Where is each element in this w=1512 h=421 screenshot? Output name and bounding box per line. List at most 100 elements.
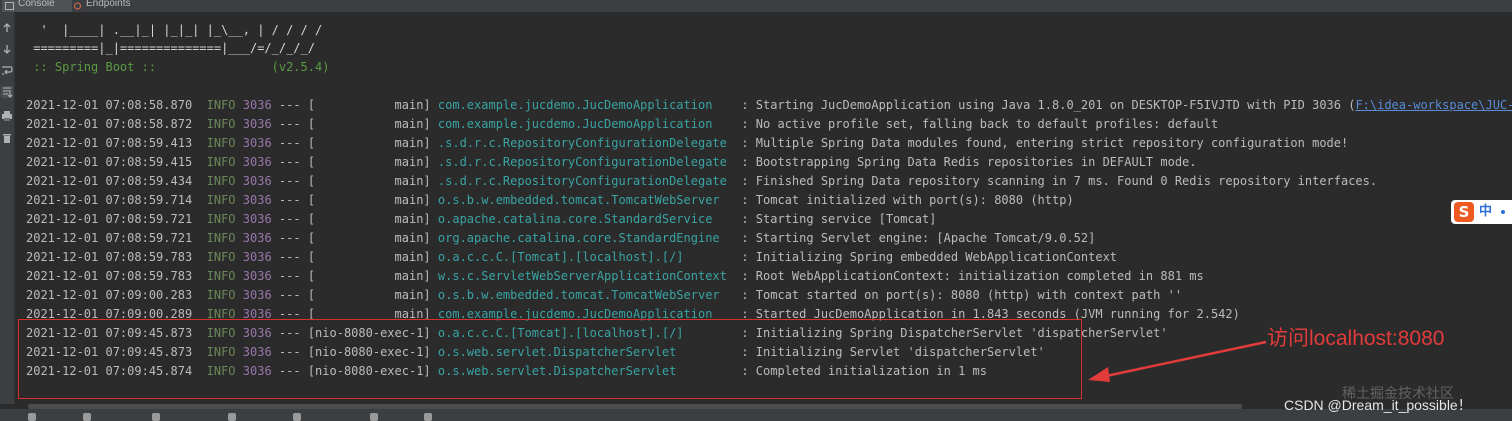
terminal-tool-button[interactable] bbox=[152, 412, 164, 421]
log-pid: 3036 bbox=[242, 193, 272, 207]
soft-wrap-icon[interactable] bbox=[1, 64, 13, 76]
log-level: INFO bbox=[206, 155, 236, 169]
log-line: 2021-12-01 07:08:59.721 INFO 3036 --- [ … bbox=[26, 210, 936, 229]
console-icon bbox=[5, 0, 14, 10]
log-pid: 3036 bbox=[242, 136, 272, 150]
log-logger: o.s.b.w.embedded.tomcat.TomcatWebServer bbox=[437, 288, 735, 302]
log-line: 2021-12-01 07:09:00.283 INFO 3036 --- [ … bbox=[26, 286, 1182, 305]
annotation-arrow-icon bbox=[1088, 340, 1267, 382]
log-line: 2021-12-01 07:08:59.783 INFO 3036 --- [ … bbox=[26, 248, 1117, 267]
log-line: 2021-12-01 07:08:59.721 INFO 3036 --- [ … bbox=[26, 229, 1095, 248]
log-timestamp: 2021-12-01 07:08:59.721 bbox=[26, 231, 193, 245]
log-separator: --- bbox=[278, 269, 301, 283]
ime-toolbar[interactable]: S 中 bbox=[1451, 200, 1512, 224]
log-pid: 3036 bbox=[242, 269, 272, 283]
log-thread: [ main] bbox=[307, 174, 431, 188]
log-message: : No active profile set, falling back to… bbox=[741, 117, 1219, 131]
todo-tool-button[interactable] bbox=[28, 412, 40, 421]
spring-boot-version-line: :: Spring Boot :: (v2.5.4) bbox=[26, 60, 330, 74]
banner-line: ' |____| .__|_| |_|_| |_\__, | / / / / bbox=[26, 23, 323, 37]
log-line: 2021-12-01 07:08:59.434 INFO 3036 --- [ … bbox=[26, 172, 1377, 191]
ime-logo-icon: S bbox=[1454, 202, 1474, 222]
log-pid: 3036 bbox=[242, 174, 272, 188]
print-icon[interactable] bbox=[1, 110, 13, 122]
console-toolbar bbox=[0, 12, 15, 404]
log-level: INFO bbox=[206, 117, 236, 131]
problems-tool-button[interactable] bbox=[83, 412, 95, 421]
tool-window-tabbar: Console Endpoints bbox=[0, 0, 1512, 12]
log-timestamp: 2021-12-01 07:08:59.783 bbox=[26, 250, 193, 264]
log-line: 2021-12-01 07:08:59.415 INFO 3036 --- [ … bbox=[26, 153, 1197, 172]
log-level: INFO bbox=[206, 136, 236, 150]
log-pid: 3036 bbox=[242, 117, 272, 131]
log-level: INFO bbox=[206, 231, 236, 245]
log-separator: --- bbox=[278, 117, 301, 131]
build-tool-button[interactable] bbox=[370, 412, 382, 421]
log-logger: o.s.b.w.embedded.tomcat.TomcatWebServer bbox=[437, 193, 735, 207]
log-message: : Bootstrapping Spring Data Redis reposi… bbox=[741, 155, 1197, 169]
log-logger: o.a.c.c.C.[Tomcat].[localhost].[/] bbox=[437, 250, 735, 264]
log-level: INFO bbox=[206, 269, 236, 283]
tab-endpoints[interactable]: Endpoints bbox=[70, 0, 158, 12]
log-thread: [ main] bbox=[307, 288, 431, 302]
log-pid: 3036 bbox=[242, 98, 272, 112]
log-timestamp: 2021-12-01 07:08:59.434 bbox=[26, 174, 193, 188]
log-pid: 3036 bbox=[242, 288, 272, 302]
log-timestamp: 2021-12-01 07:08:59.721 bbox=[26, 212, 193, 226]
spring-tool-button[interactable] bbox=[424, 412, 436, 421]
profiler-tool-button[interactable] bbox=[228, 412, 240, 421]
log-separator: --- bbox=[278, 136, 301, 150]
arrow-down-icon[interactable] bbox=[1, 43, 13, 55]
log-logger: com.example.jucdemo.JucDemoApplication bbox=[437, 117, 735, 131]
log-thread: [ main] bbox=[307, 212, 431, 226]
log-thread: [ main] bbox=[307, 231, 431, 245]
log-level: INFO bbox=[206, 288, 236, 302]
log-timestamp: 2021-12-01 07:08:59.783 bbox=[26, 269, 193, 283]
log-level: INFO bbox=[206, 98, 236, 112]
log-timestamp: 2021-12-01 07:09:00.283 bbox=[26, 288, 193, 302]
log-message: : Starting service [Tomcat] bbox=[741, 212, 937, 226]
log-timestamp: 2021-12-01 07:08:58.870 bbox=[26, 98, 193, 112]
log-message: : Tomcat started on port(s): 8080 (http)… bbox=[741, 288, 1183, 302]
tab-console[interactable]: Console bbox=[2, 0, 72, 12]
log-level: INFO bbox=[206, 250, 236, 264]
log-message: : Starting JucDemoApplication using Java… bbox=[741, 98, 1356, 112]
log-message: : Finished Spring Data repository scanni… bbox=[741, 174, 1378, 188]
log-line: 2021-12-01 07:08:59.783 INFO 3036 --- [ … bbox=[26, 267, 1204, 286]
log-file-link[interactable]: F:\idea-workspace\JUC-example\ta bbox=[1355, 98, 1512, 112]
log-thread: [ main] bbox=[307, 250, 431, 264]
log-separator: --- bbox=[278, 174, 301, 188]
log-timestamp: 2021-12-01 07:08:59.415 bbox=[26, 155, 193, 169]
endpoints-tool-button[interactable] bbox=[293, 412, 305, 421]
log-separator: --- bbox=[278, 250, 301, 264]
log-pid: 3036 bbox=[242, 231, 272, 245]
log-thread: [ main] bbox=[307, 193, 431, 207]
log-logger: w.s.c.ServletWebServerApplicationContext bbox=[437, 269, 735, 283]
log-logger: .s.d.r.c.RepositoryConfigurationDelegate bbox=[437, 155, 735, 169]
annotation-label: 访问localhost:8080 bbox=[1267, 327, 1445, 350]
log-logger: com.example.jucdemo.JucDemoApplication bbox=[437, 98, 735, 112]
log-separator: --- bbox=[278, 288, 301, 302]
log-level: INFO bbox=[206, 212, 236, 226]
log-timestamp: 2021-12-01 07:08:59.714 bbox=[26, 193, 193, 207]
log-level: INFO bbox=[206, 193, 236, 207]
banner-line: =========|_|==============|___/=/_/_/_/ bbox=[26, 41, 315, 55]
trash-icon[interactable] bbox=[1, 132, 13, 144]
log-pid: 3036 bbox=[242, 250, 272, 264]
log-logger: org.apache.catalina.core.StandardEngine bbox=[437, 231, 735, 245]
log-line: 2021-12-01 07:08:58.870 INFO 3036 --- [ … bbox=[26, 96, 1512, 115]
log-logger: .s.d.r.c.RepositoryConfigurationDelegate bbox=[437, 136, 735, 150]
log-logger: .s.d.r.c.RepositoryConfigurationDelegate bbox=[437, 174, 735, 188]
log-line: 2021-12-01 07:08:58.872 INFO 3036 --- [ … bbox=[26, 115, 1218, 134]
ime-punctuation-icon bbox=[1501, 210, 1505, 214]
watermark-csdn: CSDN @Dream_it_possible！ bbox=[1284, 397, 1472, 413]
log-separator: --- bbox=[278, 212, 301, 226]
scroll-to-end-icon[interactable] bbox=[1, 86, 13, 98]
arrow-up-icon[interactable] bbox=[1, 22, 13, 34]
tab-endpoints-label: Endpoints bbox=[86, 0, 131, 9]
highlight-box bbox=[18, 319, 1082, 399]
log-message: : Starting Servlet engine: [Apache Tomca… bbox=[741, 231, 1096, 245]
log-message: : Tomcat initialized with port(s): 8080 … bbox=[741, 193, 1074, 207]
log-thread: [ main] bbox=[307, 136, 431, 150]
log-thread: [ main] bbox=[307, 98, 431, 112]
